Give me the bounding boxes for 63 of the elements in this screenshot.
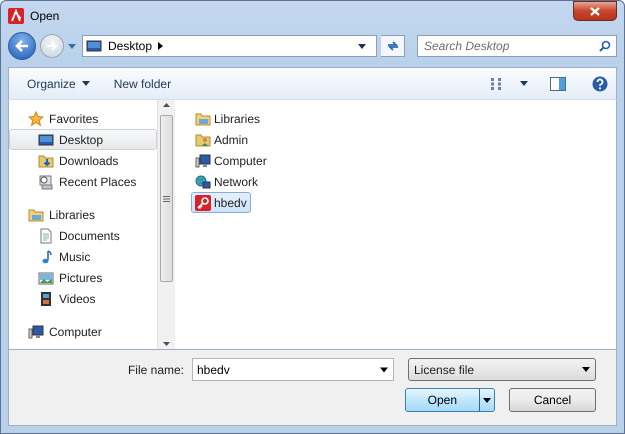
close-button[interactable] [573,1,617,21]
navigation-item[interactable]: Documents [9,225,157,246]
navigation-item[interactable]: Downloads [9,150,157,171]
navigation-item[interactable]: Pictures [9,267,157,288]
star-icon [28,110,44,126]
open-split-button[interactable]: Open [404,388,495,412]
download-folder-icon [38,152,54,168]
caret-icon [483,398,491,402]
monitor-icon [86,38,102,54]
navigation-item[interactable]: Libraries [9,204,157,225]
refresh-button[interactable] [381,35,405,57]
right-arrow-icon [46,41,58,51]
scrollbar[interactable] [157,100,174,349]
organize-menu[interactable]: Organize [17,72,100,96]
film-strip-icon [38,290,54,306]
document-icon [38,228,54,244]
recent-places-icon [38,174,54,190]
app-logo-icon [8,8,24,24]
file-item[interactable]: Computer [191,150,271,171]
back-button[interactable] [8,32,36,60]
file-name-label: File name: [128,362,184,378]
close-icon [590,6,600,16]
file-name-field[interactable]: hbedv [192,358,394,381]
search-icon [599,40,611,52]
library-folder-icon [28,206,44,222]
file-item[interactable]: Admin [191,129,252,150]
navigation-item[interactable]: Computer [9,321,157,342]
picture-icon [38,270,54,286]
left-arrow-icon [15,40,29,52]
window-title: Open [30,8,60,25]
scroll-down-icon [162,342,170,346]
dropdown-caret-icon [380,367,388,372]
file-type-dropdown[interactable]: License file [408,358,596,381]
preview-pane-icon [550,76,566,90]
globe-computer-icon [195,174,211,190]
search-field[interactable]: Search Desktop [417,35,617,57]
computer-icon [28,324,44,340]
monitor-icon [38,132,54,148]
dropdown-caret-icon [582,367,590,372]
cancel-button[interactable]: Cancel [509,388,596,412]
caret-icon [82,81,90,86]
file-item[interactable]: Network [191,171,262,192]
library-folder-icon [195,110,211,126]
grip-icon [162,196,170,202]
refresh-arrows-icon [386,40,400,52]
dropdown-caret-icon [358,44,366,48]
caret-icon [520,81,528,86]
dropdown-caret-icon[interactable] [68,44,76,48]
file-item[interactable]: Libraries [191,108,264,129]
navigation-item[interactable]: Music [9,246,157,267]
breadcrumb-arrow-icon [158,42,164,50]
computer-icon [195,152,211,168]
key-icon [195,194,211,210]
navigation-item[interactable]: Favorites [9,108,157,129]
help-icon [592,76,608,92]
user-folder-icon [195,132,211,148]
toolbar-button[interactable]: New folder [104,72,182,96]
scroll-up-icon [162,103,170,107]
navigation-item[interactable]: Videos [9,288,157,309]
file-item[interactable]: hbedv [191,192,251,213]
navigation-item[interactable]: Desktop [9,129,157,150]
address-bar[interactable]: Desktop [82,35,377,57]
navigation-item[interactable]: Recent Places [9,171,157,192]
